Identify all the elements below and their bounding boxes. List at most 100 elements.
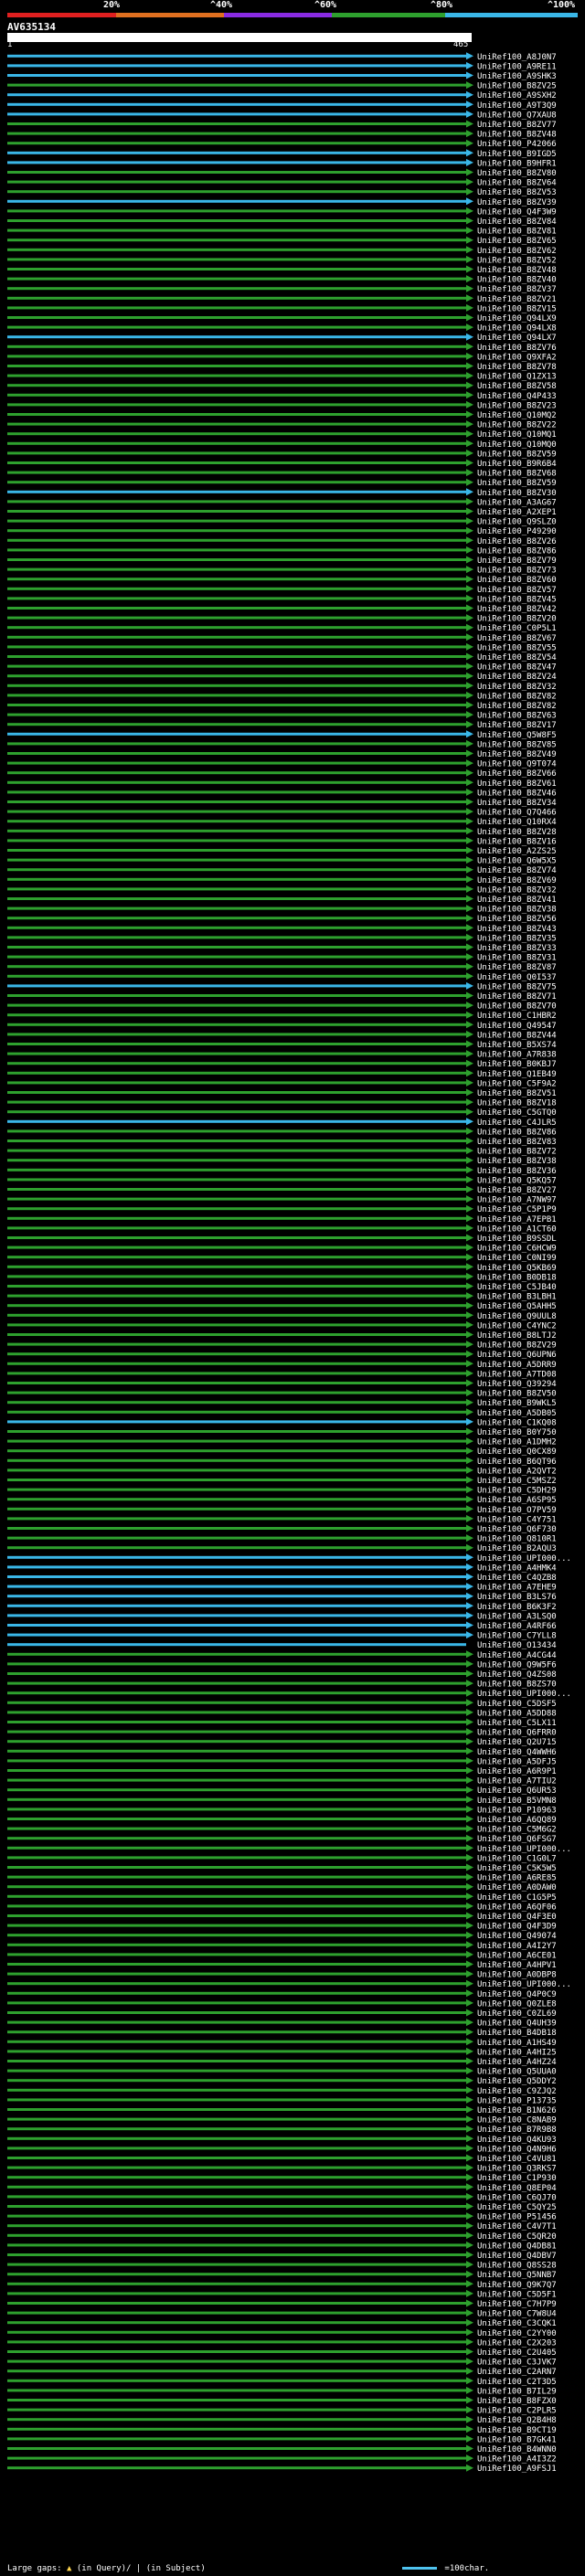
hit-row[interactable]: UniRef100_Q4N9H6	[7, 2144, 557, 2155]
hit-row[interactable]: UniRef100_Q4UH39	[7, 2019, 557, 2029]
hit-label[interactable]: UniRef100_C5GTQ0	[477, 1108, 557, 1118]
hit-label[interactable]: UniRef100_C6QJ70	[477, 2193, 557, 2202]
hit-row[interactable]: UniRef100_Q5NNB7	[7, 2270, 557, 2281]
hit-row[interactable]: UniRef100_B9SSDL	[7, 1234, 557, 1245]
hit-row[interactable]: UniRef100_Q0ZLE8	[7, 1998, 557, 2009]
hit-bar[interactable]	[7, 1575, 466, 1578]
hit-bar[interactable]	[7, 578, 466, 581]
hit-row[interactable]: UniRef100_B8ZV47	[7, 663, 557, 673]
hit-row[interactable]: UniRef100_B8ZV38	[7, 905, 557, 915]
hit-bar[interactable]	[7, 1546, 466, 1550]
hit-label[interactable]: UniRef100_Q9XFA2	[477, 353, 557, 362]
hit-row[interactable]: UniRef100_A7TIU2	[7, 1776, 557, 1786]
hit-bar[interactable]	[7, 2418, 466, 2422]
hit-label[interactable]: UniRef100_Q4N9H6	[477, 2145, 557, 2154]
hit-row[interactable]: UniRef100_C1HBR2	[7, 1011, 557, 1022]
hit-label[interactable]: UniRef100_B8ZV72	[477, 1148, 557, 1157]
hit-label[interactable]: UniRef100_A4HMK4	[477, 1564, 557, 1573]
hit-label[interactable]: UniRef100_C5MSZ2	[477, 1477, 557, 1486]
hit-label[interactable]: UniRef100_B8ZV66	[477, 769, 557, 779]
hit-bar[interactable]	[7, 1168, 466, 1171]
hit-row[interactable]: UniRef100_A4HZ24	[7, 2057, 557, 2068]
hit-bar[interactable]	[7, 780, 466, 784]
hit-row[interactable]: UniRef100_C4YNC2	[7, 1320, 557, 1331]
hit-label[interactable]: UniRef100_B8ZV82	[477, 692, 557, 701]
hit-label[interactable]: UniRef100_C8NAB9	[477, 2116, 557, 2125]
hit-bar[interactable]	[7, 393, 466, 397]
hit-label[interactable]: UniRef100_A1DMH2	[477, 1438, 557, 1447]
hit-row[interactable]: UniRef100_B9HFR1	[7, 158, 557, 169]
hit-bar[interactable]	[7, 2195, 466, 2199]
hit-bar[interactable]	[7, 936, 466, 939]
hit-bar[interactable]	[7, 1265, 466, 1268]
hit-bar[interactable]	[7, 1003, 466, 1007]
hit-row[interactable]: UniRef100_B8ZV52	[7, 255, 557, 266]
hit-bar[interactable]	[7, 374, 466, 377]
hit-bar[interactable]	[7, 2456, 466, 2460]
hit-bar[interactable]	[7, 567, 466, 571]
hit-label[interactable]: UniRef100_B9R6B4	[477, 460, 557, 469]
hit-bar[interactable]	[7, 1759, 466, 1763]
hit-row[interactable]: UniRef100_Q94LX8	[7, 323, 557, 334]
hit-row[interactable]: UniRef100_Q5W8F5	[7, 730, 557, 740]
hit-label[interactable]: UniRef100_B8ZV82	[477, 702, 557, 711]
hit-label[interactable]: UniRef100_UPI000...	[477, 1690, 571, 1699]
hit-label[interactable]: UniRef100_B8ZV40	[477, 276, 557, 285]
hit-bar[interactable]	[7, 1013, 466, 1017]
hit-row[interactable]: UniRef100_B8ZV32	[7, 682, 557, 692]
hit-row[interactable]: UniRef100_A5DD88	[7, 1708, 557, 1719]
hit-row[interactable]: UniRef100_C2X203	[7, 2337, 557, 2348]
hit-row[interactable]: UniRef100_B8ZV58	[7, 381, 557, 392]
hit-bar[interactable]	[7, 345, 466, 348]
hit-bar[interactable]	[7, 1246, 466, 1249]
hit-row[interactable]: UniRef100_C8NAB9	[7, 2115, 557, 2125]
hit-label[interactable]: UniRef100_C0P5L1	[477, 624, 557, 633]
hit-label[interactable]: UniRef100_B8ZV29	[477, 1341, 557, 1351]
hit-label[interactable]: UniRef100_Q4F3E0	[477, 1913, 557, 1922]
hit-row[interactable]: UniRef100_B1N626	[7, 2105, 557, 2116]
hit-bar[interactable]	[7, 2098, 466, 2102]
hit-label[interactable]: UniRef100_A0DBP8	[477, 1971, 557, 1980]
hit-row[interactable]: UniRef100_A7EHE9	[7, 1583, 557, 1593]
hit-label[interactable]: UniRef100_Q4DB81	[477, 2242, 557, 2251]
hit-row[interactable]: UniRef100_B8ZV78	[7, 362, 557, 373]
hit-label[interactable]: UniRef100_B0Y750	[477, 1428, 557, 1437]
hit-label[interactable]: UniRef100_C1P930	[477, 2174, 557, 2183]
hit-bar[interactable]	[7, 277, 466, 281]
hit-row[interactable]: UniRef100_B8ZV41	[7, 895, 557, 906]
hit-bar[interactable]	[7, 1081, 466, 1085]
hit-row[interactable]: UniRef100_B7IL29	[7, 2386, 557, 2397]
hit-row[interactable]: UniRef100_A1DMH2	[7, 1437, 557, 1447]
hit-bar[interactable]	[7, 1885, 466, 1889]
hit-row[interactable]: UniRef100_B8ZV24	[7, 672, 557, 683]
hit-bar[interactable]	[7, 422, 466, 426]
hit-bar[interactable]	[7, 1681, 466, 1685]
hit-bar[interactable]	[7, 74, 466, 77]
hit-label[interactable]: UniRef100_A7NW97	[477, 1196, 557, 1205]
hit-row[interactable]: UniRef100_B4DB18	[7, 2028, 557, 2039]
hit-row[interactable]: UniRef100_C2U405	[7, 2348, 557, 2359]
hit-row[interactable]: UniRef100_Q4F3W9	[7, 207, 557, 217]
hit-row[interactable]: UniRef100_B8ZV46	[7, 788, 557, 799]
hit-bar[interactable]	[7, 974, 466, 978]
hit-label[interactable]: UniRef100_B8ZV27	[477, 1186, 557, 1195]
hit-bar[interactable]	[7, 1140, 466, 1142]
hit-bar[interactable]	[7, 616, 466, 620]
hit-bar[interactable]	[7, 887, 466, 891]
hit-bar[interactable]	[7, 1963, 466, 1966]
hit-label[interactable]: UniRef100_B8ZV24	[477, 673, 557, 682]
hit-bar[interactable]	[7, 2466, 466, 2470]
hit-label[interactable]: UniRef100_B8ZV65	[477, 237, 557, 246]
hit-label[interactable]: UniRef100_B8ZV63	[477, 712, 557, 721]
hit-bar[interactable]	[7, 1555, 466, 1559]
hit-label[interactable]: UniRef100_B8ZV49	[477, 750, 557, 759]
hit-row[interactable]: UniRef100_B8ZV70	[7, 1002, 557, 1012]
hit-row[interactable]: UniRef100_A0DBP8	[7, 1970, 557, 1980]
hit-bar[interactable]	[7, 1797, 466, 1801]
hit-label[interactable]: UniRef100_B8ZV74	[477, 866, 557, 875]
hit-row[interactable]: UniRef100_B8ZV60	[7, 575, 557, 586]
hit-bar[interactable]	[7, 645, 466, 649]
hit-label[interactable]: UniRef100_B8ZV56	[477, 915, 557, 924]
hit-label[interactable]: UniRef100_C6HCW9	[477, 1245, 557, 1254]
hit-label[interactable]: UniRef100_B8ZV52	[477, 256, 557, 265]
